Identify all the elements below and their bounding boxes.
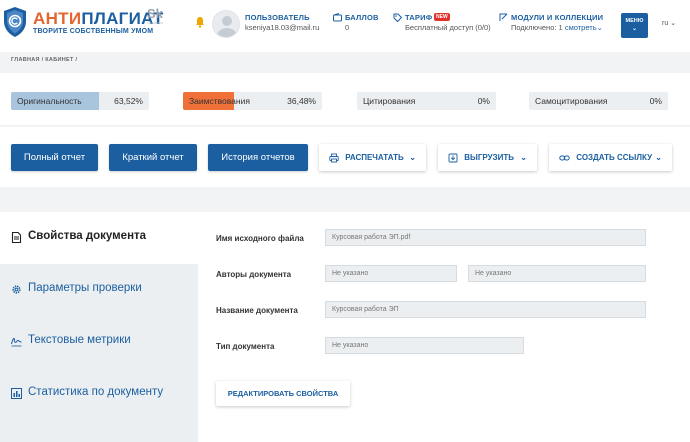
edit-properties-button[interactable]: РЕДАКТИРОВАТЬ СВОЙСТВА — [216, 381, 350, 406]
author-field-1[interactable]: Не указано — [325, 265, 457, 282]
bar-chart-icon — [11, 388, 22, 399]
language-value: ru — [662, 20, 669, 27]
stat-name: Цитирования — [363, 96, 416, 106]
balance-label[interactable]: БАЛЛОВ — [345, 13, 379, 22]
breadcrumb-separator: / — [75, 57, 78, 63]
modules-icon — [499, 13, 508, 21]
sidebar-item-label: Статистика по документу — [28, 386, 164, 398]
type-field[interactable]: Не указано — [325, 337, 524, 354]
full-report-button[interactable]: Полный отчет — [11, 144, 98, 171]
chevron-down-icon: ⌄ — [631, 26, 638, 32]
document-icon — [11, 232, 22, 243]
chevron-down-icon: ⌄ — [596, 23, 603, 32]
breadcrumb-separator: / — [41, 57, 44, 63]
balance-value: 0 — [345, 23, 350, 32]
stat-percent: 36,48% — [287, 96, 316, 106]
chevron-down-icon: ⌄ — [670, 20, 677, 27]
user-label[interactable]: ПОЛЬЗОВАТЕЛЬ — [245, 13, 310, 22]
tariff-label[interactable]: ТАРИФ — [405, 13, 432, 22]
chevron-down-icon: ⌄ — [655, 153, 662, 162]
stat-name: Оригинальность — [17, 96, 82, 106]
report-stats: Оригинальность 63,52% Заимствования 36,4… — [0, 73, 690, 125]
sidebar-item-text-metrics[interactable]: Текстовые метрики — [0, 316, 198, 368]
brand-name-part1: АНТИ — [33, 9, 82, 28]
short-report-button[interactable]: Краткий отчет — [109, 144, 197, 171]
modules-value: Подключено: 1 — [511, 23, 563, 32]
author-field-2[interactable]: Не указано — [468, 265, 646, 282]
sidebar-item-statistics[interactable]: Статистика по документу — [0, 368, 198, 420]
top-header: АНТИПЛАГИАТ ТВОРИТЕ СОБСТВЕННЫМ УМОМ Sk … — [0, 0, 690, 52]
shield-logo-icon[interactable] — [3, 6, 27, 38]
sidebar-item-properties[interactable]: Свойства документа — [0, 212, 198, 264]
report-history-button[interactable]: История отчетов — [208, 144, 308, 171]
partner-logo: Sk — [147, 6, 163, 21]
sidebar-item-check-params[interactable]: Параметры проверки — [0, 264, 198, 316]
new-badge: NEW — [434, 13, 450, 21]
brand-tagline: ТВОРИТЕ СОБСТВЕННЫМ УМОМ — [33, 28, 154, 35]
stat-percent: 0% — [649, 96, 662, 106]
report-actions: Полный отчет Краткий отчет История отчет… — [0, 127, 690, 187]
modules-view-link[interactable]: смотреть — [565, 23, 597, 32]
modules-label[interactable]: МОДУЛИ И КОЛЛЕКЦИИ — [511, 13, 603, 22]
gear-icon — [12, 285, 21, 294]
stat-name: Заимствования — [189, 96, 250, 106]
export-label: ВЫГРУЗИТЬ — [464, 153, 514, 162]
user-email: kseniya18.03@mail.ru — [245, 23, 320, 32]
chevron-down-icon: ⌄ — [409, 153, 416, 162]
bell-icon[interactable] — [195, 16, 205, 28]
stat-name: Самоцитирования — [535, 96, 608, 106]
modules-status: Подключено: 1 смотреть⌄ — [511, 23, 603, 32]
breadcrumb-cabinet[interactable]: КАБИНЕТ — [45, 57, 73, 63]
sidebar-item-label: Текстовые метрики — [28, 334, 131, 346]
title-field[interactable]: Курсовая работа ЭП — [325, 301, 646, 318]
stat-citations: Цитирования 0% — [357, 92, 496, 110]
menu-button[interactable]: МЕНЮ ⌄ — [621, 13, 648, 38]
language-select[interactable]: ru ⌄ — [662, 19, 676, 27]
filename-label: Имя исходного файла — [216, 234, 304, 243]
chevron-down-icon: ⌄ — [520, 153, 527, 162]
avatar[interactable] — [212, 10, 240, 38]
tariff-value: Бесплатный доступ (0/0) — [405, 23, 491, 32]
stat-borrowings: Заимствования 36,48% — [183, 92, 322, 110]
stat-originality: Оригинальность 63,52% — [11, 92, 149, 110]
brand-name[interactable]: АНТИПЛАГИАТ — [33, 9, 164, 29]
document-sidebar: Свойства документа Параметры проверки Те… — [0, 212, 198, 442]
link-icon — [559, 155, 570, 161]
export-icon — [448, 153, 458, 163]
printer-icon — [329, 153, 339, 163]
document-properties-panel: Имя исходного файла Курсовая работа ЭП.p… — [198, 212, 690, 442]
breadcrumb-home[interactable]: ГЛАВНАЯ — [11, 57, 40, 63]
signature-icon — [11, 337, 22, 347]
create-link-label: СОЗДАТЬ ССЫЛКУ — [576, 153, 653, 162]
stat-percent: 63,52% — [114, 96, 143, 106]
sidebar-item-label: Параметры проверки — [28, 282, 142, 294]
type-label: Тип документа — [216, 342, 275, 351]
export-button[interactable]: ВЫГРУЗИТЬ ⌄ — [438, 144, 537, 171]
print-button[interactable]: РАСПЕЧАТАТЬ ⌄ — [319, 144, 426, 171]
tag-icon — [393, 13, 402, 22]
filename-field[interactable]: Курсовая работа ЭП.pdf — [325, 229, 646, 246]
breadcrumb: ГЛАВНАЯ / КАБИНЕТ / — [11, 57, 77, 63]
sidebar-item-label: Свойства документа — [28, 230, 147, 242]
stat-percent: 0% — [477, 96, 490, 106]
create-link-button[interactable]: СОЗДАТЬ ССЫЛКУ ⌄ — [549, 144, 672, 171]
authors-label: Авторы документа — [216, 270, 292, 279]
wallet-icon — [333, 13, 342, 22]
title-label: Название документа — [216, 306, 298, 315]
print-label: РАСПЕЧАТАТЬ — [345, 153, 404, 162]
menu-label: МЕНЮ — [625, 18, 644, 24]
partner-logo-sub: Skolkovo — [147, 20, 164, 25]
stat-self-citations: Самоцитирования 0% — [529, 92, 668, 110]
